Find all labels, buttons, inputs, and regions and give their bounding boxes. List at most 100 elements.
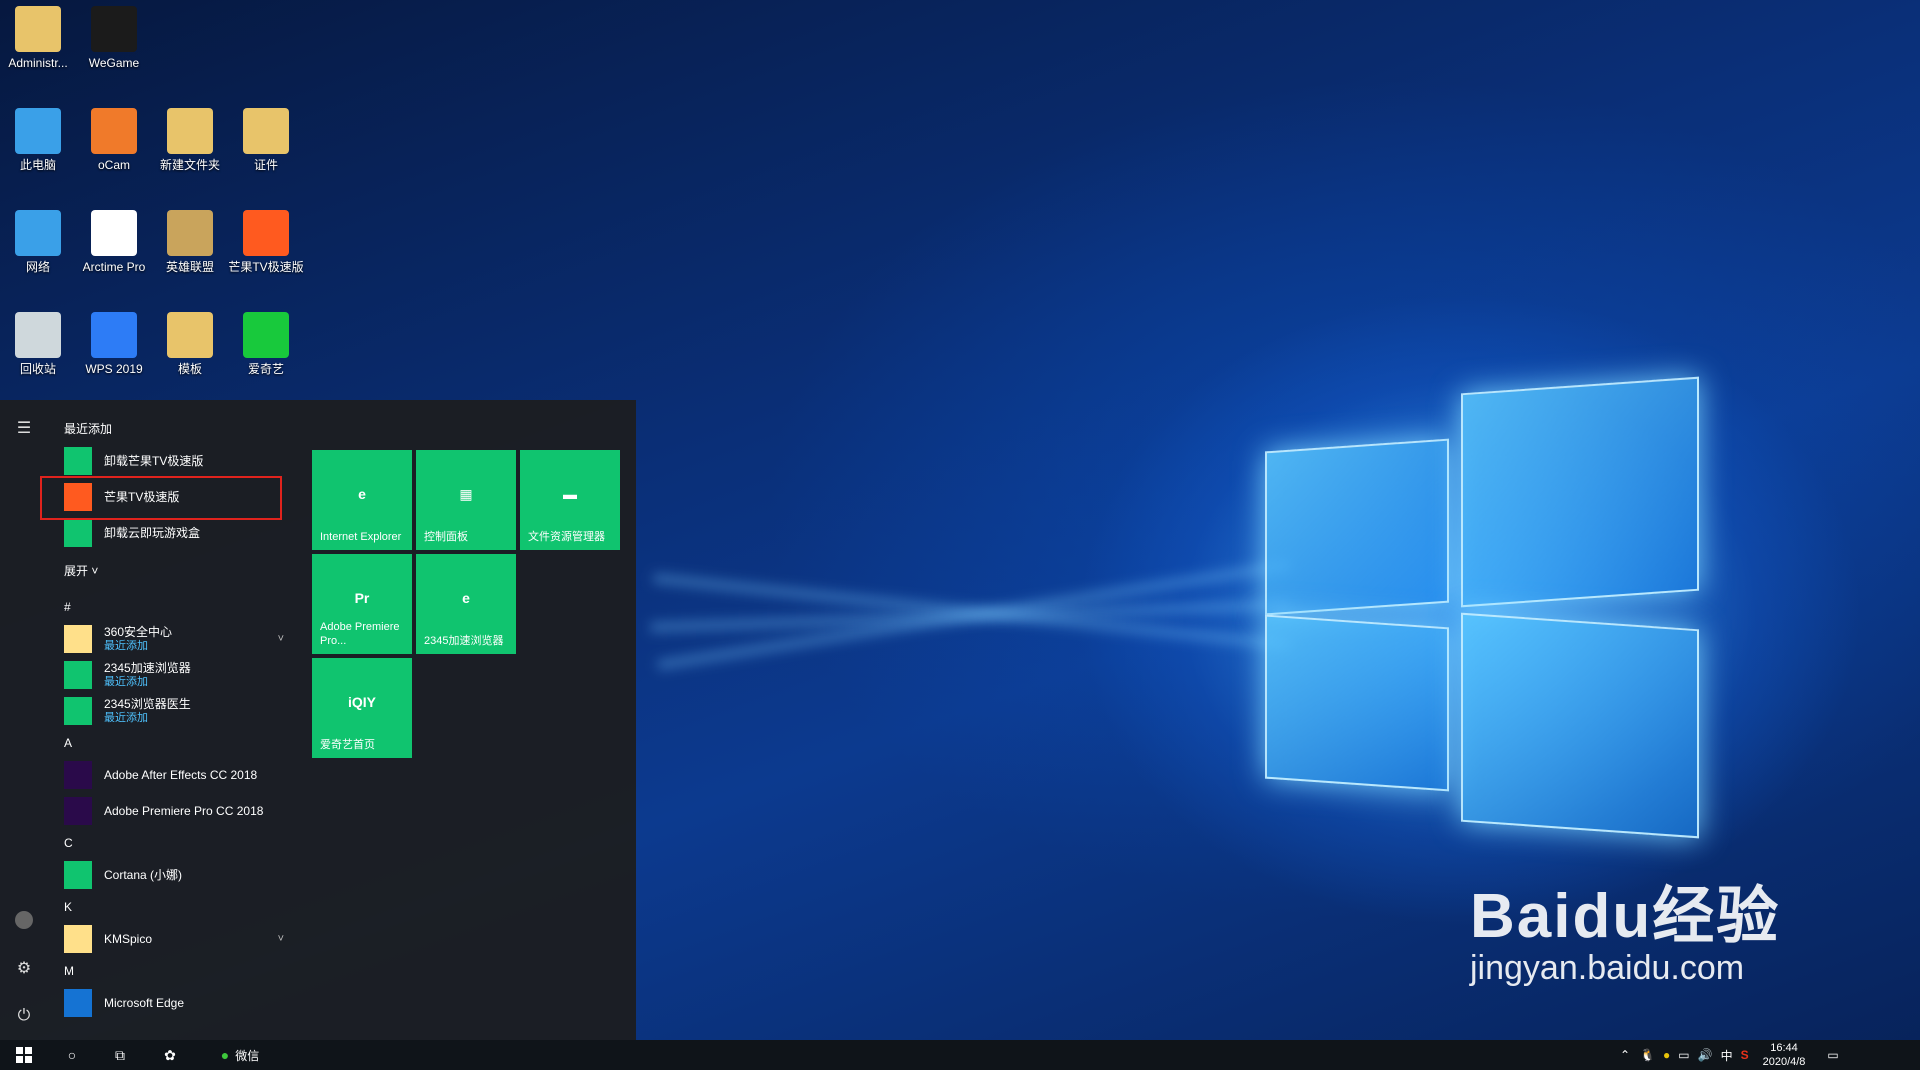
- tray-up-icon[interactable]: ⌃: [1620, 1048, 1630, 1062]
- settings-gear-icon[interactable]: ⚙: [12, 956, 36, 980]
- highlight-box: [40, 476, 282, 520]
- app-list-item[interactable]: 2345加速浏览器 最近添加: [64, 658, 294, 692]
- wegame-icon: [91, 6, 137, 52]
- desktop-icon[interactable]: 模板: [152, 312, 228, 377]
- desktop-icon[interactable]: 此电脑: [0, 108, 76, 173]
- app-list-item[interactable]: Microsoft Edge: [64, 986, 294, 1020]
- desktop-icon[interactable]: 回收站: [0, 312, 76, 377]
- clock-time: 16:44: [1770, 1042, 1798, 1054]
- task-view-icon[interactable]: ⧉: [108, 1044, 132, 1066]
- desktop-icon[interactable]: 爱奇艺: [228, 312, 304, 377]
- app-sublabel: 最近添加: [104, 640, 148, 652]
- volume-icon[interactable]: 🔊: [1698, 1048, 1713, 1062]
- chevron-down-icon[interactable]: ˅: [278, 933, 284, 945]
- folder-icon: [243, 108, 289, 154]
- notification-icon[interactable]: ▭: [1827, 1048, 1838, 1062]
- app-tray-icon[interactable]: ●: [1663, 1048, 1670, 1062]
- app-label: 2345浏览器医生: [104, 697, 191, 711]
- taskbar: ○ ⧉ ✿ ● 微信 ⌃ 🐧 ● ▭ 🔊 中 S 16:44 2020/4/8 …: [0, 1040, 1920, 1070]
- chevron-down-icon[interactable]: ˅: [278, 633, 284, 645]
- pinwheel-app-icon[interactable]: ✿: [158, 1044, 182, 1066]
- desktop-icon-label: 网络: [25, 260, 50, 274]
- watermark-sub: jingyan.baidu.com: [1470, 949, 1745, 987]
- system-tray: ⌃ 🐧 ● ▭ 🔊 中 S 16:44 2020/4/8 ▭: [1620, 1040, 1839, 1070]
- app-list-item[interactable]: 卸载芒果TV极速版: [64, 444, 294, 478]
- 2345-browser-icon: e: [462, 590, 470, 606]
- windows-start-icon[interactable]: [12, 1044, 36, 1066]
- search-circle-icon[interactable]: ○: [60, 1044, 84, 1066]
- app-list-item[interactable]: 2345浏览器医生 最近添加: [64, 694, 294, 728]
- pr-icon: Pr: [354, 590, 370, 606]
- control-panel-icon: ▦: [459, 485, 473, 502]
- app-label: Cortana (小娜): [104, 868, 183, 882]
- expand-button[interactable]: 展开 ˅: [64, 562, 98, 579]
- section-header: K: [64, 900, 73, 914]
- iqiyi-icon: iQIY: [347, 694, 376, 710]
- ocam-icon: [91, 108, 137, 154]
- arctime-icon: [91, 210, 137, 256]
- desktop-icon[interactable]: Arctime Pro: [76, 210, 152, 275]
- section-header: #: [64, 600, 71, 614]
- desktop-icon[interactable]: 英雄联盟: [152, 210, 228, 275]
- clock[interactable]: 16:44 2020/4/8: [1763, 1041, 1806, 1069]
- start-tile[interactable]: Pr Adobe Premiere Pro...: [312, 554, 412, 654]
- 2345-browser-icon: [64, 661, 92, 689]
- windows-logo-graphic: [1265, 376, 1725, 839]
- qq-icon[interactable]: 🐧: [1640, 1048, 1655, 1062]
- network-tray-icon[interactable]: ▭: [1678, 1048, 1689, 1062]
- section-header: C: [64, 836, 73, 850]
- start-tile[interactable]: ▦ 控制面板: [416, 450, 516, 550]
- app-list-item[interactable]: KMSpico ˅: [64, 922, 294, 956]
- power-icon[interactable]: ⏻: [12, 1004, 36, 1028]
- hamburger-menu-icon[interactable]: ☰: [12, 416, 36, 440]
- tile-label: 2345加速浏览器: [424, 635, 504, 647]
- app-list-item[interactable]: 卸载云即玩游戏盒: [64, 516, 294, 550]
- app-list-item[interactable]: Adobe Premiere Pro CC 2018: [64, 794, 294, 828]
- file-explorer-icon: ▬: [563, 486, 577, 502]
- app-sublabel: 最近添加: [104, 676, 148, 688]
- desktop-icon[interactable]: 新建文件夹: [152, 108, 228, 173]
- desktop-icon-label: Administr...: [8, 56, 68, 70]
- desktop-icon-label: 模板: [177, 362, 202, 376]
- start-tile[interactable]: e 2345加速浏览器: [416, 554, 516, 654]
- app-list-item[interactable]: Adobe After Effects CC 2018: [64, 758, 294, 792]
- ime-indicator[interactable]: 中: [1721, 1047, 1733, 1064]
- tile-label: Internet Explorer: [320, 531, 402, 543]
- wps-icon: [91, 312, 137, 358]
- start-tile[interactable]: ▬ 文件资源管理器: [520, 450, 620, 550]
- app-label: KMSpico: [104, 932, 153, 946]
- section-header: A: [64, 736, 73, 750]
- desktop-icon[interactable]: WPS 2019: [76, 312, 152, 377]
- desktop-icon[interactable]: 网络: [0, 210, 76, 275]
- desktop-icon[interactable]: Administr...: [0, 6, 76, 71]
- network-icon: [15, 210, 61, 256]
- desktop-icon[interactable]: 芒果TV极速版: [228, 210, 304, 275]
- start-tile[interactable]: e Internet Explorer: [312, 450, 412, 550]
- desktop-icon[interactable]: WeGame: [76, 6, 152, 71]
- edge-icon: [64, 989, 92, 1017]
- desktop-icon-label: Arctime Pro: [82, 260, 146, 274]
- clock-date: 2020/4/8: [1762, 1056, 1806, 1068]
- app-list-item[interactable]: 360安全中心 最近添加 ˅: [64, 622, 294, 656]
- uninstall-icon: [64, 447, 92, 475]
- start-menu: ☰ ⚙ ⏻ 最近添加 卸载芒果TV极速版 芒果TV极速版 卸载云即玩游戏盒 展开 ˅ #3…: [0, 400, 636, 1040]
- cortana-icon: [64, 861, 92, 889]
- app-label: 卸载云即玩游戏盒: [104, 526, 201, 540]
- lol-icon: [167, 210, 213, 256]
- user-avatar-icon[interactable]: [12, 908, 36, 932]
- desktop-icon[interactable]: 证件: [228, 108, 304, 173]
- recycle-bin-icon: [15, 312, 61, 358]
- desktop-icon-label: 新建文件夹: [159, 158, 220, 172]
- wechat-taskbar-button[interactable]: ● 微信: [210, 1044, 270, 1066]
- ie-icon: e: [358, 486, 366, 502]
- app-label: 360安全中心: [104, 625, 173, 639]
- user-folder-icon: [15, 6, 61, 52]
- app-list-item[interactable]: Cortana (小娜): [64, 858, 294, 892]
- desktop-icon-label: 芒果TV极速版: [228, 260, 304, 274]
- start-tile[interactable]: iQIY 爱奇艺首页: [312, 658, 412, 758]
- tile-label: 爱奇艺首页: [320, 739, 375, 751]
- tile-label: Adobe Premiere Pro...: [320, 621, 400, 647]
- desktop-icon-label: 爱奇艺: [247, 362, 284, 376]
- desktop-icon[interactable]: oCam: [76, 108, 152, 173]
- sogou-icon[interactable]: S: [1741, 1048, 1749, 1062]
